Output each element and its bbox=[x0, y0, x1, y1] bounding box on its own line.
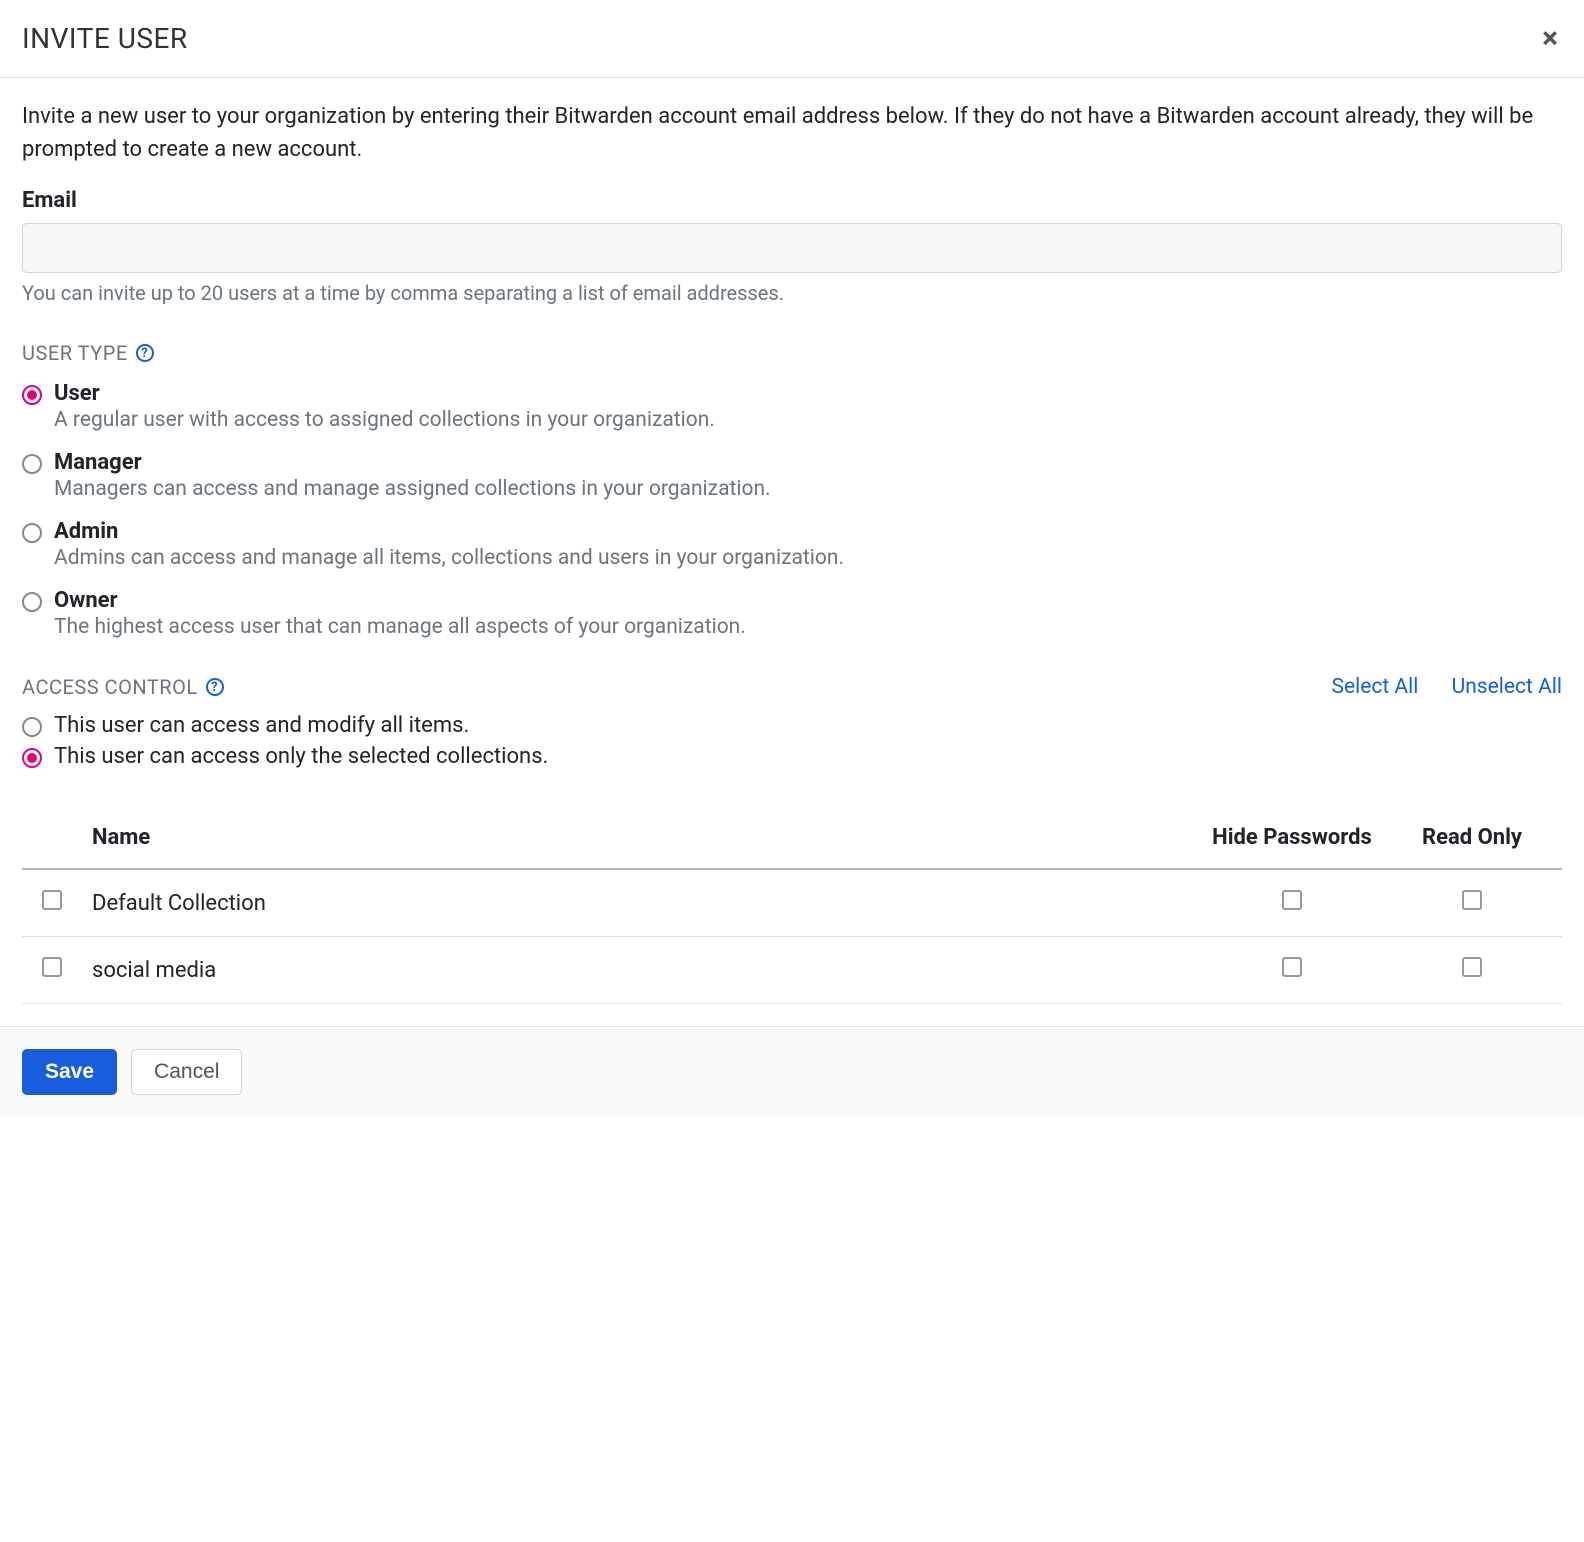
collection-name: social media bbox=[82, 937, 1202, 1004]
access-option-selected[interactable]: This user can access only the selected c… bbox=[22, 744, 1562, 769]
user-type-title: Manager bbox=[54, 450, 1562, 475]
radio-icon[interactable] bbox=[22, 523, 42, 543]
access-control-header-row: ACCESS CONTROL ? Select All Unselect All bbox=[22, 675, 1562, 699]
row-select-checkbox[interactable] bbox=[42, 957, 62, 977]
access-option-label: This user can access only the selected c… bbox=[54, 744, 548, 769]
access-option-all[interactable]: This user can access and modify all item… bbox=[22, 713, 1562, 738]
hide-passwords-checkbox[interactable] bbox=[1282, 957, 1302, 977]
col-header-name: Name bbox=[82, 807, 1202, 869]
radio-icon[interactable] bbox=[22, 748, 42, 768]
col-header-read-only: Read Only bbox=[1382, 807, 1562, 869]
help-icon[interactable]: ? bbox=[136, 344, 154, 362]
user-type-heading-text: USER TYPE bbox=[22, 341, 128, 365]
email-label: Email bbox=[22, 188, 1562, 213]
radio-icon[interactable] bbox=[22, 385, 42, 405]
user-type-option-owner[interactable]: Owner The highest access user that can m… bbox=[22, 588, 1562, 639]
cancel-button[interactable]: Cancel bbox=[131, 1049, 242, 1095]
close-icon[interactable]: × bbox=[1538, 24, 1562, 54]
user-type-desc: A regular user with access to assigned c… bbox=[54, 408, 1562, 432]
help-icon[interactable]: ? bbox=[206, 678, 224, 696]
col-header-hide-passwords: Hide Passwords bbox=[1202, 807, 1382, 869]
modal-header: INVITE USER × bbox=[0, 0, 1584, 78]
read-only-checkbox[interactable] bbox=[1462, 957, 1482, 977]
table-row: Default Collection bbox=[22, 869, 1562, 937]
invite-user-modal: INVITE USER × Invite a new user to your … bbox=[0, 0, 1584, 1117]
access-control-heading: ACCESS CONTROL ? bbox=[22, 675, 224, 699]
hide-passwords-checkbox[interactable] bbox=[1282, 890, 1302, 910]
user-type-heading: USER TYPE ? bbox=[22, 341, 1562, 365]
col-header-select bbox=[22, 807, 82, 869]
unselect-all-link[interactable]: Unselect All bbox=[1452, 675, 1562, 699]
access-control-heading-text: ACCESS CONTROL bbox=[22, 675, 198, 699]
user-type-option-admin[interactable]: Admin Admins can access and manage all i… bbox=[22, 519, 1562, 570]
user-type-desc: Managers can access and manage assigned … bbox=[54, 477, 1562, 501]
radio-icon[interactable] bbox=[22, 592, 42, 612]
select-all-link[interactable]: Select All bbox=[1332, 675, 1419, 699]
user-type-option-manager[interactable]: Manager Managers can access and manage a… bbox=[22, 450, 1562, 501]
collections-table: Name Hide Passwords Read Only Default Co… bbox=[22, 807, 1562, 1004]
radio-icon[interactable] bbox=[22, 717, 42, 737]
intro-text: Invite a new user to your organization b… bbox=[22, 100, 1562, 166]
email-input[interactable] bbox=[22, 223, 1562, 273]
user-type-title: User bbox=[54, 381, 1562, 406]
modal-footer: Save Cancel bbox=[0, 1026, 1584, 1117]
user-type-option-user[interactable]: User A regular user with access to assig… bbox=[22, 381, 1562, 432]
email-hint: You can invite up to 20 users at a time … bbox=[22, 281, 1562, 305]
access-option-label: This user can access and modify all item… bbox=[54, 713, 469, 738]
user-type-desc: The highest access user that can manage … bbox=[54, 615, 1562, 639]
modal-title: INVITE USER bbox=[22, 22, 188, 55]
collection-name: Default Collection bbox=[82, 869, 1202, 937]
radio-icon[interactable] bbox=[22, 454, 42, 474]
modal-body: Invite a new user to your organization b… bbox=[0, 78, 1584, 1026]
save-button[interactable]: Save bbox=[22, 1049, 117, 1095]
read-only-checkbox[interactable] bbox=[1462, 890, 1482, 910]
user-type-title: Admin bbox=[54, 519, 1562, 544]
table-row: social media bbox=[22, 937, 1562, 1004]
user-type-desc: Admins can access and manage all items, … bbox=[54, 546, 1562, 570]
row-select-checkbox[interactable] bbox=[42, 890, 62, 910]
user-type-title: Owner bbox=[54, 588, 1562, 613]
